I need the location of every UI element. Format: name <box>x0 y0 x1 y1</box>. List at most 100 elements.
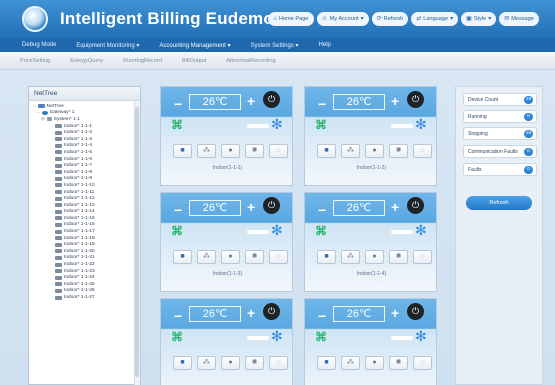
fan-speed-bar[interactable] <box>247 124 269 128</box>
tree-indoor-item[interactable]: Indoor* 1-1-16 <box>33 222 140 229</box>
tree-indoor-item[interactable]: Indoor* 1-1-3 <box>33 136 140 143</box>
tree-indoor-item[interactable]: Indoor* 1-1-17 <box>33 228 140 235</box>
status-row[interactable]: Communication Faults 0 <box>463 145 537 158</box>
nav-equipment-monitoring[interactable]: Equipment Monitoring ▾ <box>66 42 149 49</box>
mode-fan-icon[interactable]: ⌘ <box>315 224 327 238</box>
tree-indoor-item[interactable]: Indoor* 1-1-10 <box>33 182 140 189</box>
my-account-link[interactable]: ☺ My Account ▾ <box>316 12 369 26</box>
power-button[interactable]: ⏻ <box>263 91 280 108</box>
tree-indoor-item[interactable]: Indoor* 1-1-14 <box>33 209 140 216</box>
tree-indoor-item[interactable]: Indoor* 1-1-18 <box>33 235 140 242</box>
tree-indoor-item[interactable]: Indoor* 1-1-8 <box>33 169 140 176</box>
cool-mode-button[interactable]: ■ <box>173 144 192 158</box>
fan-speed-bar[interactable] <box>391 230 413 234</box>
dry-mode-button[interactable]: ● <box>221 144 240 158</box>
fan-mode-button[interactable]: ⁂ <box>197 250 216 264</box>
refresh-button[interactable]: Refresh <box>466 196 532 210</box>
subnav-running-record[interactable]: RunningRecord <box>113 58 172 64</box>
temp-decrease-button[interactable]: − <box>318 308 326 324</box>
fan-speed-bar[interactable] <box>391 124 413 128</box>
refresh-link[interactable]: ⟳ Refresh <box>371 12 409 26</box>
fan-mode-button[interactable]: ⁂ <box>197 356 216 370</box>
fan-icon[interactable]: ✻ <box>415 116 427 133</box>
fan-mode-button[interactable]: ⁂ <box>341 250 360 264</box>
heat-mode-button[interactable]: ✺ <box>389 356 408 370</box>
nav-accounting-management[interactable]: Accounting Management ▾ <box>149 42 240 49</box>
tree-root[interactable]: − NetTree <box>33 103 140 110</box>
auto-mode-button[interactable]: ◌ <box>413 356 432 370</box>
temp-increase-button[interactable]: + <box>247 199 255 215</box>
tree-indoor-item[interactable]: Indoor* 1-1-24 <box>33 274 140 281</box>
cool-mode-button[interactable]: ■ <box>173 356 192 370</box>
nav-help[interactable]: Help <box>309 42 341 48</box>
cool-mode-button[interactable]: ■ <box>317 356 336 370</box>
tree-indoor-item[interactable]: Indoor* 1-1-1 <box>33 123 140 130</box>
subnav-abnormal-recording[interactable]: AbnormalRecording <box>216 58 285 64</box>
tree-indoor-item[interactable]: Indoor* 1-1-5 <box>33 149 140 156</box>
temp-decrease-button[interactable]: − <box>174 308 182 324</box>
cool-mode-button[interactable]: ■ <box>173 250 192 264</box>
language-link[interactable]: ⇄ Language ▾ <box>411 12 459 26</box>
home-page-link[interactable]: ⌂ Home Page <box>268 12 314 26</box>
tree-indoor-item[interactable]: Indoor* 1-1-23 <box>33 268 140 275</box>
tree-gateway[interactable]: − Gateway* 1 <box>33 110 140 117</box>
dry-mode-button[interactable]: ● <box>365 356 384 370</box>
fan-icon[interactable]: ✻ <box>271 328 283 345</box>
heat-mode-button[interactable]: ✺ <box>245 144 264 158</box>
tree-scrollbar[interactable] <box>134 101 140 385</box>
tree-indoor-item[interactable]: Indoor* 1-1-22 <box>33 261 140 268</box>
style-link[interactable]: ▣ Style ▾ <box>461 12 497 26</box>
dry-mode-button[interactable]: ● <box>221 356 240 370</box>
heat-mode-button[interactable]: ✺ <box>245 250 264 264</box>
status-row[interactable]: Stopping 29 <box>463 127 537 140</box>
auto-mode-button[interactable]: ◌ <box>269 356 288 370</box>
temp-decrease-button[interactable]: − <box>318 202 326 218</box>
fan-mode-button[interactable]: ⁂ <box>197 144 216 158</box>
tree-indoor-item[interactable]: Indoor* 1-1-21 <box>33 255 140 262</box>
auto-mode-button[interactable]: ◌ <box>413 144 432 158</box>
tree-indoor-item[interactable]: Indoor* 1-1-6 <box>33 156 140 163</box>
temp-decrease-button[interactable]: − <box>174 96 182 112</box>
mode-fan-icon[interactable]: ⌘ <box>171 224 183 238</box>
tree-indoor-item[interactable]: Indoor* 1-1-20 <box>33 248 140 255</box>
tree-indoor-item[interactable]: Indoor* 1-1-26 <box>33 288 140 295</box>
power-button[interactable]: ⏻ <box>263 197 280 214</box>
fan-icon[interactable]: ✻ <box>415 328 427 345</box>
fan-icon[interactable]: ✻ <box>271 116 283 133</box>
tree-indoor-item[interactable]: Indoor* 1-1-2 <box>33 129 140 136</box>
temp-increase-button[interactable]: + <box>391 199 399 215</box>
tree-indoor-item[interactable]: Indoor* 1-1-9 <box>33 176 140 183</box>
message-link[interactable]: ✉ Message <box>499 12 539 26</box>
temp-increase-button[interactable]: + <box>391 93 399 109</box>
tree-indoor-item[interactable]: Indoor* 1-1-25 <box>33 281 140 288</box>
temp-decrease-button[interactable]: − <box>318 96 326 112</box>
dry-mode-button[interactable]: ● <box>365 144 384 158</box>
heat-mode-button[interactable]: ✺ <box>389 144 408 158</box>
fan-mode-button[interactable]: ⁂ <box>341 144 360 158</box>
fan-speed-bar[interactable] <box>247 230 269 234</box>
mode-fan-icon[interactable]: ⌘ <box>315 118 327 132</box>
temp-decrease-button[interactable]: − <box>174 202 182 218</box>
power-button[interactable]: ⏻ <box>407 197 424 214</box>
tree-indoor-item[interactable]: Indoor* 1-1-27 <box>33 294 140 301</box>
tree-indoor-item[interactable]: Indoor* 1-1-15 <box>33 215 140 222</box>
tree-indoor-item[interactable]: Indoor* 1-1-13 <box>33 202 140 209</box>
tree-scroll-thumb[interactable] <box>135 107 139 377</box>
auto-mode-button[interactable]: ◌ <box>269 250 288 264</box>
subnav-energy-query[interactable]: EnergyQuery <box>60 58 113 64</box>
mode-fan-icon[interactable]: ⌘ <box>315 330 327 344</box>
nav-system-settings[interactable]: System Settings ▾ <box>240 42 308 49</box>
fan-icon[interactable]: ✻ <box>271 222 283 239</box>
tree-indoor-item[interactable]: Indoor* 1-1-19 <box>33 241 140 248</box>
temp-increase-button[interactable]: + <box>247 93 255 109</box>
tree-indoor-item[interactable]: Indoor* 1-1-12 <box>33 195 140 202</box>
tree-system[interactable]: ⊟ System* 1-1 <box>33 116 140 123</box>
status-row[interactable]: Faults 0 <box>463 163 537 176</box>
status-row[interactable]: Running 0 <box>463 110 537 123</box>
tree-indoor-item[interactable]: Indoor* 1-1-11 <box>33 189 140 196</box>
power-button[interactable]: ⏻ <box>407 91 424 108</box>
subnav-price-setting[interactable]: PriceSetting <box>0 58 60 64</box>
cool-mode-button[interactable]: ■ <box>317 144 336 158</box>
heat-mode-button[interactable]: ✺ <box>245 356 264 370</box>
tree-indoor-item[interactable]: Indoor* 1-1-4 <box>33 143 140 150</box>
